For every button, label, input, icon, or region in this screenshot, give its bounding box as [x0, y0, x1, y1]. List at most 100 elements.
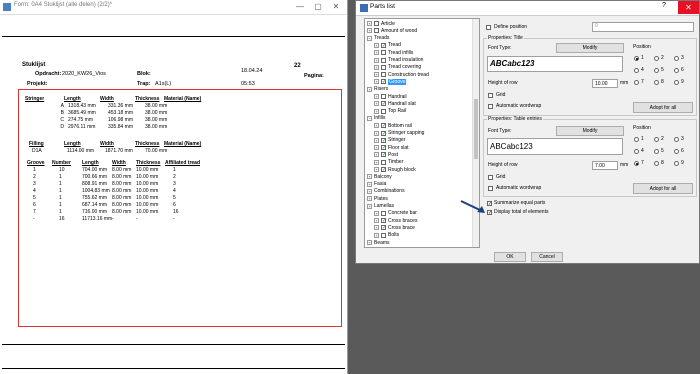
close-button[interactable]: ✕ [678, 1, 699, 14]
tree-item[interactable]: + Amount of wood [367, 27, 417, 34]
entries-grid-checkbox[interactable] [488, 175, 493, 180]
expand-icon[interactable]: + [367, 28, 372, 34]
tree-item-checkbox[interactable]: ✓ [381, 101, 386, 107]
tree-item[interactable]: + Combinations [367, 188, 405, 195]
tree-item[interactable]: + ✓ Post [374, 151, 398, 158]
tree-item[interactable]: + Tread infills [374, 49, 413, 56]
expand-icon[interactable]: + [367, 203, 372, 209]
define-position-checkbox[interactable] [486, 25, 491, 30]
tree-item-checkbox[interactable]: ✓ [381, 218, 386, 224]
position-radio-3[interactable] [674, 56, 679, 61]
tree-item-checkbox[interactable]: ✓ [381, 167, 386, 173]
position-radio-9[interactable] [674, 80, 679, 85]
tree-item[interactable]: + Lamellas [367, 203, 394, 210]
collapse-icon[interactable]: − [367, 35, 372, 41]
tree-item-checkbox[interactable] [381, 94, 386, 99]
expand-icon[interactable]: + [374, 167, 379, 172]
define-position-field[interactable]: 0 [592, 22, 694, 32]
expand-icon[interactable]: + [374, 145, 379, 151]
expand-icon[interactable]: + [374, 64, 379, 70]
expand-icon[interactable]: + [374, 232, 379, 238]
expand-icon[interactable]: + [367, 196, 372, 202]
position-radio-3[interactable] [674, 137, 679, 142]
position-radio-5[interactable] [654, 68, 659, 73]
position-radio-6[interactable] [674, 149, 679, 154]
collapse-icon[interactable]: − [367, 115, 372, 121]
tree-item-checkbox[interactable] [381, 57, 386, 63]
position-radio-7[interactable] [634, 161, 639, 166]
expand-icon[interactable]: + [374, 137, 379, 143]
modify-entries-font-button[interactable]: Modify [556, 126, 624, 136]
title-grid-checkbox[interactable] [488, 93, 493, 98]
position-radio-4[interactable] [634, 149, 639, 154]
tree-item-checkbox[interactable] [381, 232, 386, 238]
help-icon[interactable]: ? [662, 2, 666, 9]
tree-item[interactable]: + Plates [367, 195, 388, 202]
tree-item[interactable]: − Treads [367, 35, 389, 42]
adopt-entries-button[interactable]: Adopt for all [633, 183, 693, 194]
tree-item[interactable]: + ✓ Cross brace [374, 224, 415, 231]
tree-item[interactable]: + ✓ Bottom rail [374, 122, 412, 129]
tree-item-checkbox[interactable]: ✓ [381, 130, 386, 136]
position-radio-4[interactable] [634, 68, 639, 73]
tree-item-checkbox[interactable]: ✓ [381, 123, 386, 129]
tree-item-checkbox[interactable] [381, 108, 386, 114]
tree-item[interactable]: + ✓ Stringer [374, 137, 406, 144]
position-radio-7[interactable] [634, 80, 639, 85]
tree-item[interactable]: + Construction tread [374, 71, 429, 78]
tree-item[interactable]: − Infills [367, 115, 385, 122]
expand-icon[interactable]: + [367, 181, 372, 187]
position-radio-1[interactable] [634, 56, 639, 61]
expand-icon[interactable]: + [374, 57, 379, 63]
tree-item[interactable]: + Bolts [374, 232, 399, 239]
ok-button[interactable]: OK [494, 252, 526, 262]
tree-item[interactable]: + Concrete bar [374, 210, 417, 217]
entries-height-field[interactable]: 7.00 [592, 161, 618, 170]
tree-item[interactable]: + Fasia [367, 181, 386, 188]
tree-item[interactable]: + Risers [367, 86, 388, 93]
tree-item[interactable]: + Handrail [374, 93, 407, 100]
tree-item[interactable]: + Timber [374, 159, 403, 166]
position-radio-9[interactable] [674, 161, 679, 166]
position-radio-2[interactable] [654, 137, 659, 142]
tree-item[interactable]: + ✓ Rough block [374, 166, 416, 173]
position-radio-8[interactable] [654, 80, 659, 85]
summarize-checkbox[interactable]: ✓ [487, 201, 492, 207]
tree-item-checkbox[interactable]: ✓ [381, 225, 386, 231]
position-radio-1[interactable] [634, 137, 639, 142]
tree-item[interactable]: + Beams [367, 239, 390, 246]
position-radio-8[interactable] [654, 161, 659, 166]
tree-item-checkbox[interactable] [381, 50, 386, 56]
expand-icon[interactable]: + [367, 86, 372, 92]
tree-item[interactable]: + Tread insulation [374, 57, 423, 64]
expand-icon[interactable]: + [374, 50, 379, 56]
expand-icon[interactable]: + [374, 72, 379, 78]
display-total-checkbox[interactable]: ✓ [487, 210, 492, 216]
expand-icon[interactable]: + [374, 123, 379, 129]
scrollbar-thumb[interactable] [474, 99, 478, 159]
entries-wordwrap-checkbox[interactable] [488, 186, 493, 191]
cancel-button[interactable]: Cancel [531, 252, 563, 262]
expand-icon[interactable]: + [374, 210, 379, 216]
tree-item[interactable]: + ✓ Floor slat [374, 144, 409, 151]
tree-item[interactable]: + ✓ Cross braces [374, 217, 417, 224]
tree-item[interactable]: + ✓ Tread [374, 42, 401, 49]
tree-item-checkbox[interactable]: ✓ [381, 42, 386, 48]
adopt-title-button[interactable]: Adopt for all [633, 102, 693, 113]
expand-icon[interactable]: + [374, 42, 379, 48]
modify-title-font-button[interactable]: Modify [556, 43, 624, 53]
expand-icon[interactable]: + [374, 101, 379, 107]
tree-item-checkbox[interactable] [374, 21, 379, 26]
tree-item[interactable]: + ✓ Stringer capping [374, 130, 424, 137]
expand-icon[interactable]: + [374, 108, 379, 114]
tree-item[interactable]: + Top Rail [374, 108, 406, 115]
expand-icon[interactable]: + [367, 240, 372, 245]
expand-icon[interactable]: + [367, 174, 372, 180]
position-radio-5[interactable] [654, 149, 659, 154]
tree-item[interactable]: + Article [367, 20, 395, 27]
tree-item[interactable]: + ✓ Groove [374, 78, 407, 85]
expand-icon[interactable]: + [367, 188, 372, 194]
expand-icon[interactable]: + [367, 21, 372, 26]
expand-icon[interactable]: + [374, 130, 379, 136]
minimize-icon[interactable]: — [295, 1, 305, 12]
